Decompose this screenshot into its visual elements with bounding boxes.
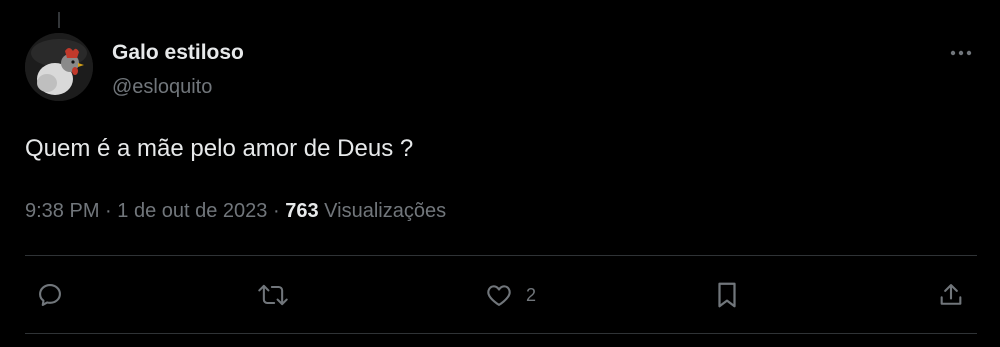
reply-button[interactable] <box>36 279 64 311</box>
divider-bottom <box>25 333 977 334</box>
bookmark-button[interactable] <box>714 279 740 311</box>
bookmark-icon <box>718 282 736 308</box>
tweet-time[interactable]: 9:38 PM <box>25 200 99 222</box>
like-button[interactable]: 2 <box>484 279 536 311</box>
tweet-metadata: 9:38 PM · 1 de out de 2023 · 763 Visuali… <box>25 197 446 225</box>
views-count[interactable]: 763 <box>285 200 318 222</box>
like-count: 2 <box>526 284 537 305</box>
user-handle[interactable]: @esloquito <box>112 74 212 100</box>
thread-connector-line <box>58 12 60 28</box>
more-options-button[interactable] <box>943 40 979 66</box>
avatar[interactable] <box>25 33 93 101</box>
tweet-text: Quem é a mãe pelo amor de Deus ? <box>25 135 414 162</box>
reply-icon <box>39 284 61 306</box>
display-name[interactable]: Galo estiloso <box>112 40 244 66</box>
meta-separator: · <box>105 200 112 222</box>
heart-icon <box>487 285 511 306</box>
retweet-button[interactable] <box>257 279 289 311</box>
retweet-icon <box>258 284 288 306</box>
tweet-date[interactable]: 1 de out de 2023 <box>117 200 267 222</box>
rooster-avatar-icon <box>25 33 93 101</box>
divider-top <box>25 255 977 256</box>
share-icon <box>940 284 962 305</box>
share-button[interactable] <box>937 279 965 311</box>
more-icon <box>950 50 972 56</box>
meta-separator: · <box>272 200 280 222</box>
views-label[interactable]: Visualizações <box>324 200 446 222</box>
